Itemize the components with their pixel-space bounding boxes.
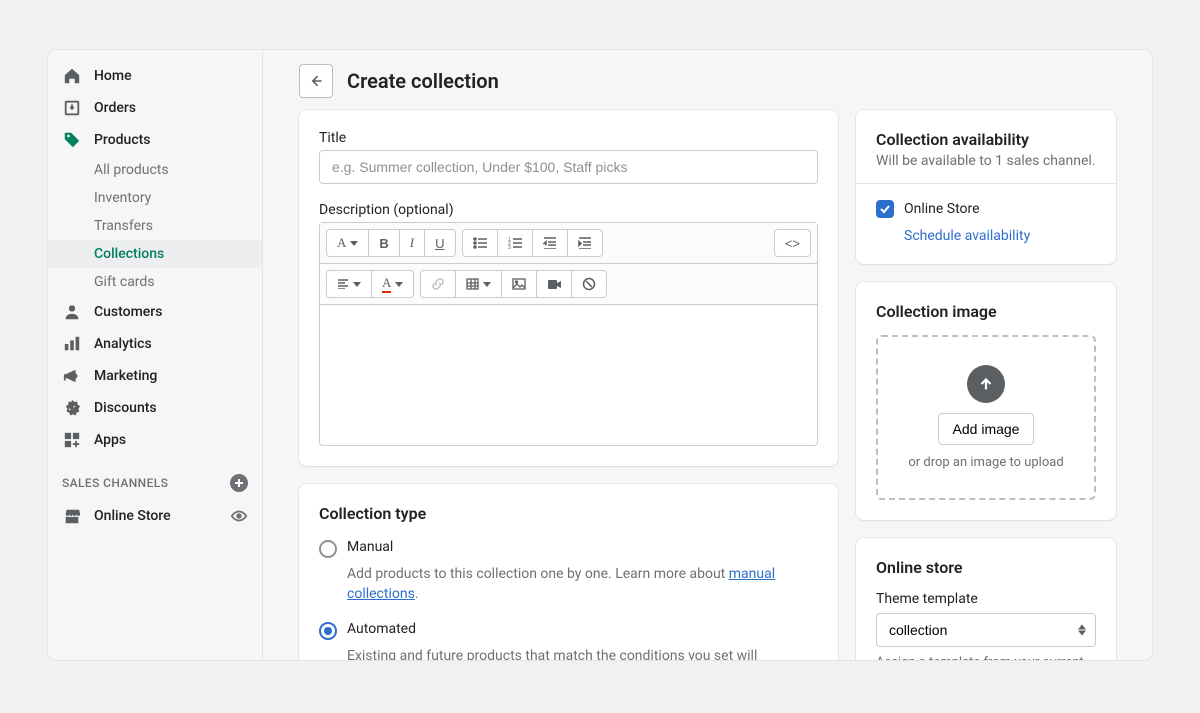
nav-analytics[interactable]: Analytics [48,328,262,360]
nav-home[interactable]: Home [48,60,262,92]
rte-toolbar-row2: A [320,264,817,305]
store-icon [62,506,82,526]
nav-apps[interactable]: Apps [48,424,262,456]
nav-discounts-label: Discounts [94,400,157,416]
nav-inventory[interactable]: Inventory [48,184,262,212]
collection-type-card: Collection type Manual Add products to t… [299,484,838,660]
manual-desc-text: Add products to this collection one by o… [347,566,729,582]
rte-body[interactable] [320,305,817,445]
radio-manual[interactable] [319,540,337,558]
add-image-button[interactable]: Add image [938,413,1035,445]
sales-channels-label: SALES CHANNELS [62,476,168,490]
rte-outdent-button[interactable] [533,229,568,257]
collection-image-heading: Collection image [876,302,1096,321]
nav-products-label: Products [94,132,151,148]
nav-products[interactable]: Products [48,124,262,156]
megaphone-icon [62,366,82,386]
collection-image-card: Collection image Add image or drop an im… [856,282,1116,520]
nav-gift-cards[interactable]: Gift cards [48,268,262,296]
availability-online-store-row[interactable]: Online Store [876,200,1096,218]
title-label: Title [319,130,818,146]
rte-image-button[interactable] [502,270,537,298]
add-channel-button[interactable] [230,474,248,492]
rte-clear-button[interactable] [572,270,607,298]
rich-text-editor: A B I U 123 [319,222,818,446]
radio-automated-row[interactable]: Automated [319,621,818,640]
rte-color-dropdown[interactable]: A [372,270,414,298]
tag-icon [62,130,82,150]
rte-bold-button[interactable]: B [369,229,399,257]
radio-automated-desc: Existing and future products that match … [347,646,818,660]
nav-discounts[interactable]: Discounts [48,392,262,424]
rte-format-dropdown[interactable]: A [326,229,369,257]
svg-text:3: 3 [508,245,511,249]
radio-manual-desc: Add products to this collection one by o… [347,564,818,605]
nav-marketing-label: Marketing [94,368,157,384]
nav-home-label: Home [94,68,132,84]
nav-marketing[interactable]: Marketing [48,360,262,392]
rte-bullet-list-button[interactable] [462,229,498,257]
nav-apps-label: Apps [94,432,126,448]
theme-template-select[interactable]: collection [876,613,1096,647]
page-title: Create collection [347,69,499,93]
checkbox-online-store[interactable] [876,200,894,218]
nav-all-products[interactable]: All products [48,156,262,184]
upload-arrow-icon [967,365,1005,403]
rte-italic-button[interactable]: I [400,229,425,257]
radio-automated-label: Automated [347,621,416,637]
availability-heading: Collection availability [876,130,1096,149]
person-icon [62,302,82,322]
main-content: Create collection Title Description (opt… [263,50,1152,660]
theme-template-label: Theme template [876,591,1096,607]
description-label: Description (optional) [319,202,818,218]
radio-manual-label: Manual [347,539,393,555]
view-store-icon[interactable] [230,507,248,525]
nav-collections[interactable]: Collections [48,240,262,268]
nav-customers-label: Customers [94,304,162,320]
availability-online-store-label: Online Store [904,201,980,217]
arrow-left-icon [308,73,324,89]
template-hint-cutoff: Assign a template from your current [876,655,1096,660]
availability-sub: Will be available to 1 sales channel. [876,153,1096,169]
image-upload-dropzone[interactable]: Add image or drop an image to upload [876,335,1096,500]
schedule-availability-link[interactable]: Schedule availability [876,228,1030,244]
collection-type-heading: Collection type [319,504,818,523]
rte-indent-button[interactable] [568,229,603,257]
rte-toolbar: A B I U 123 [320,223,817,264]
nav-analytics-label: Analytics [94,336,152,352]
rte-html-button[interactable]: <> [774,229,811,257]
automated-desc-text: Existing and future products that match … [347,648,757,660]
rte-underline-button[interactable]: U [425,229,455,257]
sidebar: Home Orders Products All products Invent… [48,50,263,660]
rte-align-dropdown[interactable] [326,270,372,298]
title-card: Title Description (optional) A B I U [299,110,838,466]
nav-customers[interactable]: Customers [48,296,262,328]
online-store-card: Online store Theme template collection A… [856,538,1116,660]
nav-online-store-label: Online Store [94,508,171,524]
nav-orders-label: Orders [94,100,136,116]
online-store-heading: Online store [876,558,1096,577]
orders-icon [62,98,82,118]
back-button[interactable] [299,64,333,98]
rte-table-dropdown[interactable] [456,270,502,298]
nav-online-store[interactable]: Online Store [48,500,262,532]
home-icon [62,66,82,86]
nav-transfers[interactable]: Transfers [48,212,262,240]
rte-number-list-button[interactable]: 123 [498,229,533,257]
rte-video-button[interactable] [537,270,572,298]
sales-channels-header: SALES CHANNELS [48,456,262,500]
nav-orders[interactable]: Orders [48,92,262,124]
apps-icon [62,430,82,450]
availability-card: Collection availability Will be availabl… [856,110,1116,264]
title-input[interactable] [319,150,818,184]
page-header: Create collection [263,56,1152,110]
rte-link-button[interactable] [420,270,456,298]
radio-manual-row[interactable]: Manual [319,539,818,558]
discount-icon [62,398,82,418]
upload-hint: or drop an image to upload [908,455,1063,470]
radio-automated[interactable] [319,622,337,640]
analytics-icon [62,334,82,354]
